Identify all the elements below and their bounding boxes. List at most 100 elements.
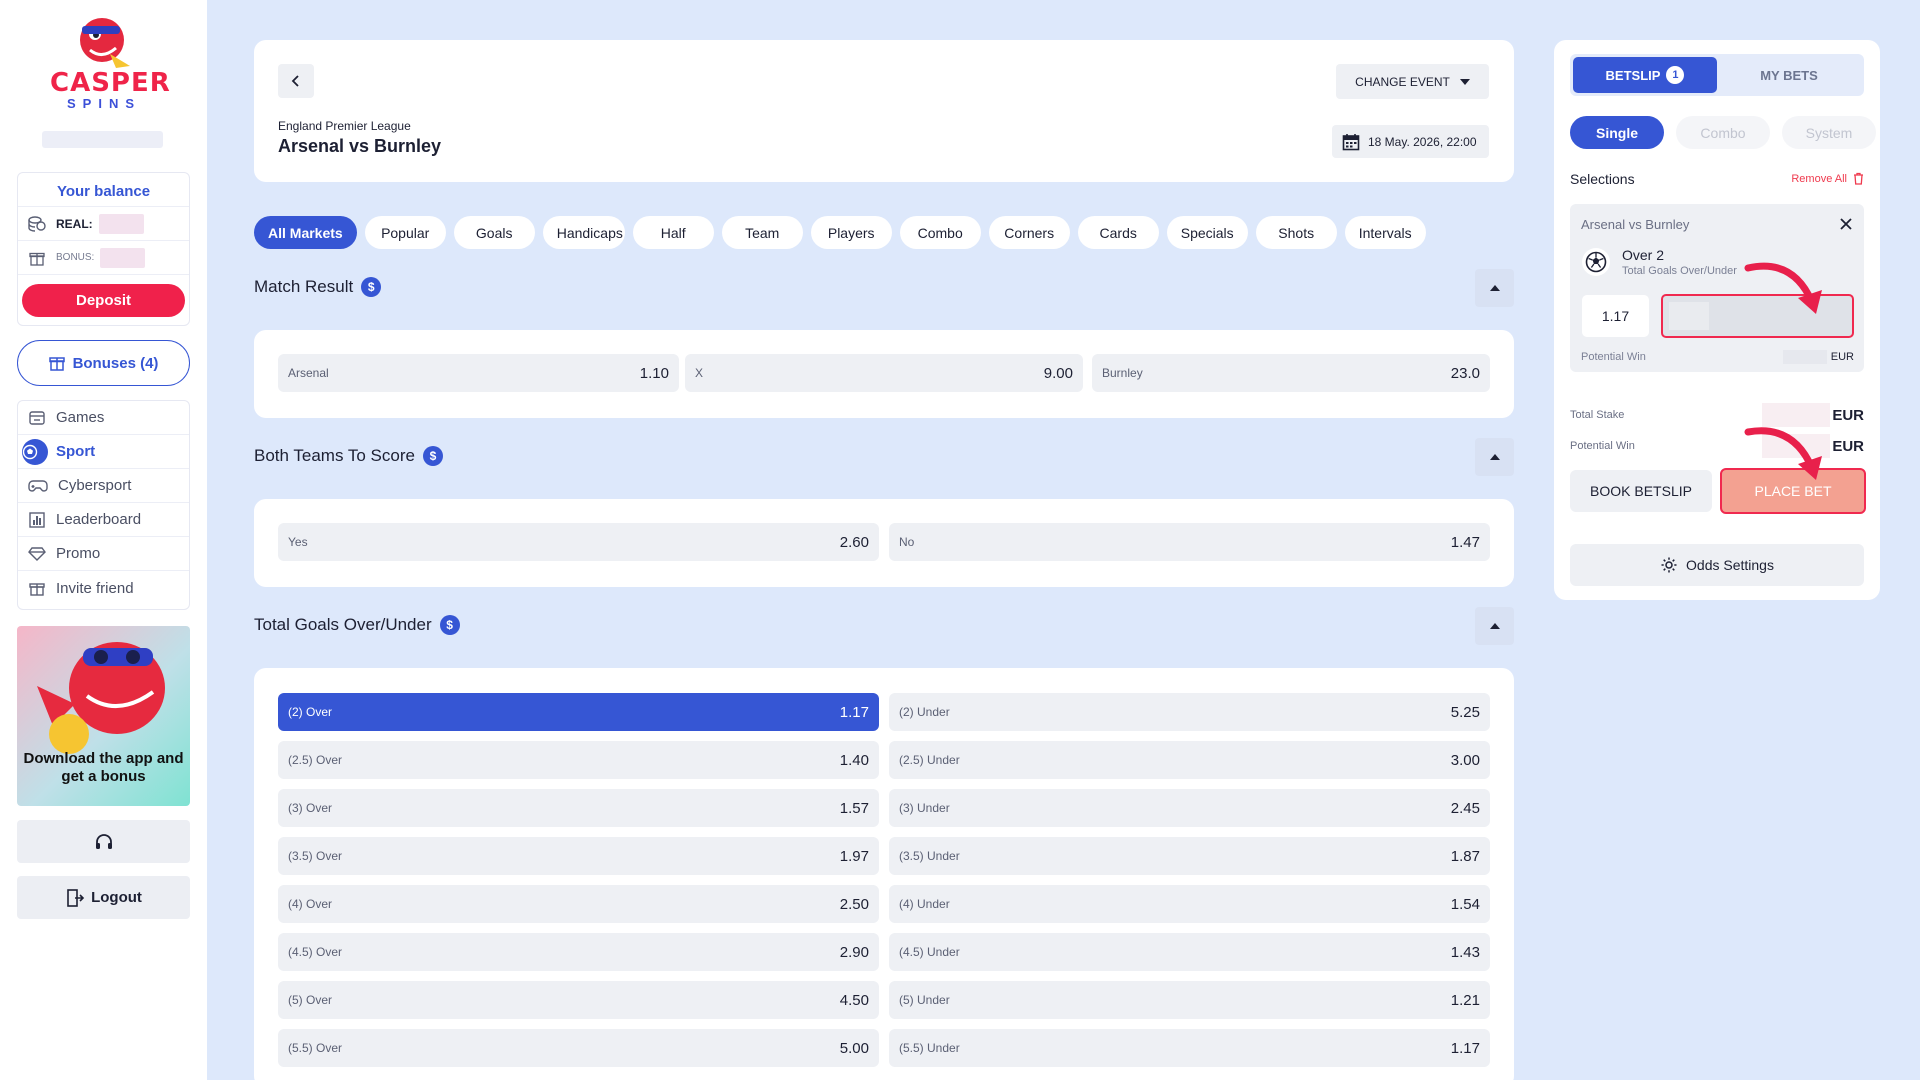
cashout-dollar-icon: $: [361, 277, 382, 297]
match-result-collapse-button[interactable]: [1475, 269, 1514, 307]
remove-all-button[interactable]: Remove All: [1791, 172, 1864, 185]
back-button[interactable]: [278, 64, 314, 98]
odd-label: (5) Under: [899, 993, 950, 1007]
odd-button[interactable]: (2) Under 5.25: [889, 693, 1490, 731]
odd-button[interactable]: (3.5) Over 1.97: [278, 837, 879, 875]
odd-button[interactable]: (4.5) Under 1.43: [889, 933, 1490, 971]
remove-selection-button[interactable]: [1840, 214, 1852, 235]
nav-item-sport[interactable]: Sport: [18, 435, 189, 469]
total-goals-collapse-button[interactable]: [1475, 607, 1514, 645]
tab-my-bets[interactable]: MY BETS: [1717, 57, 1861, 93]
tab-corners[interactable]: Corners: [988, 216, 1070, 249]
odd-value: 1.17: [1450, 1039, 1480, 1057]
potential-win-value: [1782, 350, 1827, 364]
odd-button[interactable]: (2) Over 1.17: [278, 693, 879, 731]
bet-type-combo[interactable]: Combo: [1676, 116, 1770, 149]
odd-button[interactable]: Burnley 23.0: [1092, 354, 1490, 392]
potential-win-amount: [1762, 434, 1831, 458]
nav-item-cybersport[interactable]: Cybersport: [18, 469, 189, 503]
nav-label: Promo: [56, 545, 101, 562]
odd-button[interactable]: (3) Under 2.45: [889, 789, 1490, 827]
odd-value: 4.50: [839, 991, 869, 1009]
logout-icon: [67, 888, 85, 907]
nav-label: Leaderboard: [56, 511, 142, 528]
logout-button[interactable]: Logout: [17, 876, 190, 919]
balance-title: Your balance: [18, 173, 189, 207]
selections-label: Selections: [1570, 171, 1635, 187]
tab-specials[interactable]: Specials: [1166, 216, 1248, 249]
odd-button[interactable]: (5.5) Under 1.17: [889, 1029, 1490, 1067]
odd-button[interactable]: (4.5) Over 2.90: [278, 933, 879, 971]
match-title: Arsenal vs Burnley: [278, 136, 442, 156]
odd-button[interactable]: Arsenal 1.10: [278, 354, 679, 392]
odd-button[interactable]: (5) Over 4.50: [278, 981, 879, 1019]
real-balance-value: [98, 213, 144, 234]
odd-button[interactable]: (4) Over 2.50: [278, 885, 879, 923]
odd-button[interactable]: (3) Over 1.57: [278, 789, 879, 827]
stake-input[interactable]: [1661, 294, 1854, 338]
odd-button[interactable]: (2.5) Under 3.00: [889, 741, 1490, 779]
place-bet-button[interactable]: PLACE BET: [1720, 468, 1866, 514]
tab-popular[interactable]: Popular: [364, 216, 446, 249]
book-betslip-button[interactable]: BOOK BETSLIP: [1570, 470, 1712, 512]
tab-half[interactable]: Half: [632, 216, 714, 249]
nav-item-promo[interactable]: Promo: [18, 537, 189, 571]
casper-spins-logo[interactable]: CASPER SPINS: [50, 10, 170, 111]
event-date-text: 18 May. 2026, 22:00: [1368, 134, 1477, 149]
soccer-ball-icon: [1582, 248, 1610, 276]
odd-button[interactable]: (2.5) Over 1.40: [278, 741, 879, 779]
coins-icon: [28, 215, 46, 232]
tab-shots[interactable]: Shots: [1255, 216, 1337, 249]
nav-label: Games: [56, 409, 105, 426]
odd-value: 2.60: [839, 533, 869, 551]
nav-item-leaderboard[interactable]: Leaderboard: [18, 503, 189, 537]
odd-label: (2) Under: [899, 705, 950, 719]
bet-type-single[interactable]: Single: [1570, 116, 1664, 149]
odd-button[interactable]: (5.5) Over 5.00: [278, 1029, 879, 1067]
odd-button[interactable]: Yes 2.60: [278, 523, 879, 561]
leaderboard-icon: [29, 511, 45, 528]
bet-type-system[interactable]: System: [1782, 116, 1876, 149]
potential-win-label: Potential Win: [1570, 440, 1635, 452]
real-label: REAL:: [56, 216, 93, 231]
odd-label: (5.5) Under: [899, 1041, 960, 1055]
total-goals-card: (2) Over 1.17 (2) Under 5.25 (2.5) Over 1.4…: [254, 668, 1514, 1080]
odd-button[interactable]: No 1.47: [889, 523, 1490, 561]
tab-combo[interactable]: Combo: [899, 216, 981, 249]
tab-goals[interactable]: Goals: [453, 216, 535, 249]
real-balance-row: REAL:: [18, 207, 189, 241]
odd-label: X: [695, 366, 704, 380]
btts-collapse-button[interactable]: [1475, 438, 1514, 476]
odd-label: (2.5) Under: [899, 753, 960, 767]
odd-value: 1.21: [1450, 991, 1480, 1009]
tab-team[interactable]: Team: [721, 216, 803, 249]
tab-handicaps[interactable]: Handicaps: [542, 216, 625, 249]
odd-label: (2.5) Over: [288, 753, 343, 767]
odds-settings-label: Odds Settings: [1686, 557, 1774, 573]
odd-button[interactable]: X 9.00: [685, 354, 1083, 392]
change-event-button[interactable]: CHANGE EVENT: [1336, 64, 1489, 99]
odd-button[interactable]: (4) Under 1.54: [889, 885, 1490, 923]
bonuses-button[interactable]: Bonuses (4): [17, 340, 190, 386]
app-download-banner[interactable]: Download the app and get a bonus: [17, 626, 190, 806]
tab-players[interactable]: Players: [810, 216, 892, 249]
balance-card: Your balance REAL: BONUS: Deposit: [17, 172, 190, 326]
market-tabs: All Markets Popular Goals Handicaps Half…: [254, 216, 1426, 249]
odd-value: 1.40: [839, 751, 869, 769]
btts-card: Yes 2.60 No 1.47: [254, 499, 1514, 587]
odd-button[interactable]: (5) Under 1.21: [889, 981, 1490, 1019]
games-icon: [29, 410, 45, 425]
tab-all-markets[interactable]: All Markets: [254, 216, 357, 249]
odds-settings-button[interactable]: Odds Settings: [1570, 544, 1864, 586]
nav-item-games[interactable]: Games: [18, 401, 189, 435]
tab-betslip[interactable]: BETSLIP 1: [1573, 57, 1717, 93]
tab-intervals[interactable]: Intervals: [1344, 216, 1426, 249]
odd-label: (3) Over: [288, 801, 333, 815]
selection-market: Total Goals Over/Under: [1622, 265, 1737, 277]
tab-cards[interactable]: Cards: [1077, 216, 1159, 249]
nav-item-invite-friend[interactable]: Invite friend: [18, 571, 189, 605]
odd-button[interactable]: (3.5) Under 1.87: [889, 837, 1490, 875]
deposit-button[interactable]: Deposit: [22, 284, 185, 317]
support-button[interactable]: [17, 820, 190, 863]
trash-icon: [1854, 172, 1863, 185]
